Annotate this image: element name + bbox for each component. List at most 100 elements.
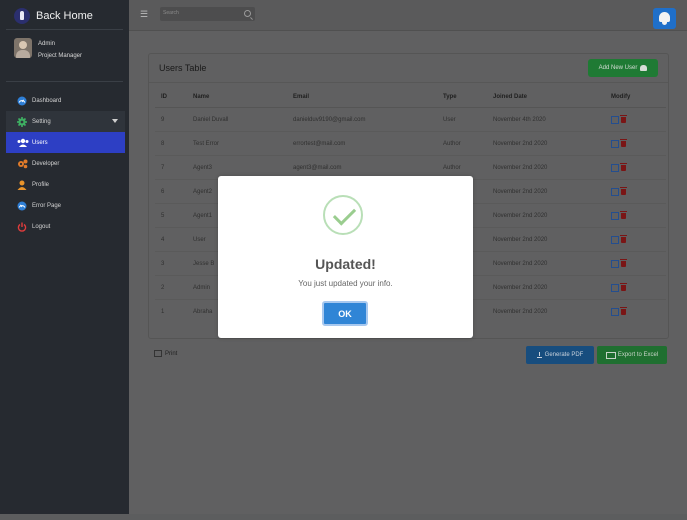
modify-actions: [611, 234, 666, 244]
user-role: Project Manager: [38, 53, 83, 59]
edit-icon[interactable]: [611, 259, 619, 268]
trash-icon[interactable]: [620, 186, 627, 195]
cell-joined: November 4th 2020: [487, 107, 605, 132]
brand-title: Back Home: [36, 10, 93, 22]
column-header-type: Type: [437, 87, 487, 108]
cell-email: errortest@mail.com: [287, 131, 437, 156]
cell-joined: November 2nd 2020: [487, 227, 605, 252]
table-row: 9 Daniel Duvall danielduv9190@gmail.com Use…: [155, 107, 666, 132]
checkmark-icon: [332, 202, 357, 226]
search-icon[interactable]: [244, 10, 251, 17]
user-profile: Admin Project Manager: [14, 38, 82, 62]
sidebar-nav: Dashboard Setting Users Developer Profil…: [6, 90, 125, 237]
cell-modify: [605, 251, 666, 276]
search-input[interactable]: Search: [160, 7, 255, 21]
modify-actions: [611, 306, 666, 316]
table-header-row: ID Name Email Type Joined Date Modify: [155, 87, 666, 108]
avatar: [14, 38, 32, 58]
column-header-modify: Modify: [605, 87, 666, 108]
sidebar-item-developer[interactable]: Developer: [6, 153, 125, 174]
sidebar-item-logout[interactable]: Logout: [6, 216, 125, 237]
trash-icon[interactable]: [620, 138, 627, 147]
export-excel-label: Export to Excel: [617, 352, 659, 358]
edit-icon[interactable]: [611, 115, 619, 124]
notifications-button[interactable]: [653, 8, 676, 29]
user-icon: [17, 180, 27, 190]
cell-modify: [605, 299, 666, 323]
modify-actions: [611, 162, 666, 172]
rocket-logo-icon: [14, 8, 30, 24]
cell-email: danielduv9190@gmail.com: [287, 107, 437, 132]
sidebar-item-label: Logout: [32, 223, 51, 230]
gauge-icon: [17, 201, 27, 211]
cell-joined: November 2nd 2020: [487, 131, 605, 156]
cell-joined: November 2nd 2020: [487, 299, 605, 323]
cell-modify: [605, 131, 666, 156]
cell-id: 5: [155, 203, 187, 228]
cell-type: Author: [437, 131, 487, 156]
print-button[interactable]: Print: [154, 350, 177, 357]
sidebar-divider: [6, 29, 123, 30]
trash-icon[interactable]: [620, 114, 627, 123]
sidebar-item-label: Setting: [32, 118, 51, 125]
cell-id: 6: [155, 179, 187, 204]
sidebar-item-dashboard[interactable]: Dashboard: [6, 90, 125, 111]
sidebar-item-error-page[interactable]: Error Page: [6, 195, 125, 216]
cell-id: 3: [155, 251, 187, 276]
gear-icon: [17, 116, 27, 127]
edit-icon[interactable]: [611, 307, 619, 316]
brand[interactable]: Back Home: [14, 6, 93, 26]
sidebar: Back Home Admin Project Manager Dashboar…: [0, 0, 129, 514]
cell-id: 4: [155, 227, 187, 252]
user-name: Admin: [38, 41, 56, 47]
trash-icon[interactable]: [620, 306, 627, 315]
modify-actions: [611, 186, 666, 196]
success-check-icon: [323, 195, 363, 235]
edit-icon[interactable]: [611, 139, 619, 148]
modify-actions: [611, 282, 666, 292]
sidebar-item-label: Profile: [32, 181, 50, 188]
trash-icon[interactable]: [620, 234, 627, 243]
menu-toggle-icon[interactable]: ☰: [140, 9, 148, 20]
modify-actions: [611, 114, 666, 124]
edit-icon[interactable]: [611, 235, 619, 244]
sidebar-item-profile[interactable]: Profile: [6, 174, 125, 195]
card-header: Users Table Add New User: [149, 54, 668, 83]
print-label: Print: [165, 350, 178, 357]
cogs-icon: [17, 159, 28, 169]
table-row: 8 Test Error errortest@mail.com Author Novem…: [155, 131, 666, 156]
sidebar-item-label: Error Page: [32, 202, 62, 209]
edit-icon[interactable]: [611, 211, 619, 220]
trash-icon[interactable]: [620, 162, 627, 171]
cell-modify: [605, 227, 666, 252]
chevron-down-icon: [112, 119, 118, 123]
bell-icon: [659, 12, 670, 25]
users-icon: [17, 138, 29, 148]
add-new-user-button[interactable]: Add New User: [588, 59, 658, 77]
cell-name: Daniel Duvall: [187, 107, 287, 132]
column-header-email: Email: [287, 87, 437, 108]
trash-icon[interactable]: [620, 210, 627, 219]
edit-icon[interactable]: [611, 163, 619, 172]
export-excel-button[interactable]: Export to Excel: [597, 346, 667, 364]
cell-id: 7: [155, 155, 187, 180]
generate-pdf-button[interactable]: Generate PDF: [526, 346, 594, 364]
sidebar-item-setting[interactable]: Setting: [6, 111, 125, 132]
cell-id: 8: [155, 131, 187, 156]
edit-icon[interactable]: [611, 283, 619, 292]
ok-button[interactable]: OK: [322, 301, 368, 326]
sidebar-item-users[interactable]: Users: [6, 132, 125, 153]
modify-actions: [611, 138, 666, 148]
generate-pdf-label: Generate PDF: [544, 352, 584, 358]
edit-icon[interactable]: [611, 187, 619, 196]
cell-joined: November 2nd 2020: [487, 155, 605, 180]
power-icon: [17, 222, 27, 232]
cell-type: User: [437, 107, 487, 132]
cell-joined: November 2nd 2020: [487, 251, 605, 276]
keyboard-icon: [605, 351, 616, 359]
sidebar-item-label: Developer: [32, 160, 60, 167]
trash-icon[interactable]: [620, 282, 627, 291]
cell-modify: [605, 179, 666, 204]
cell-name: Test Error: [187, 131, 287, 156]
trash-icon[interactable]: [620, 258, 627, 267]
